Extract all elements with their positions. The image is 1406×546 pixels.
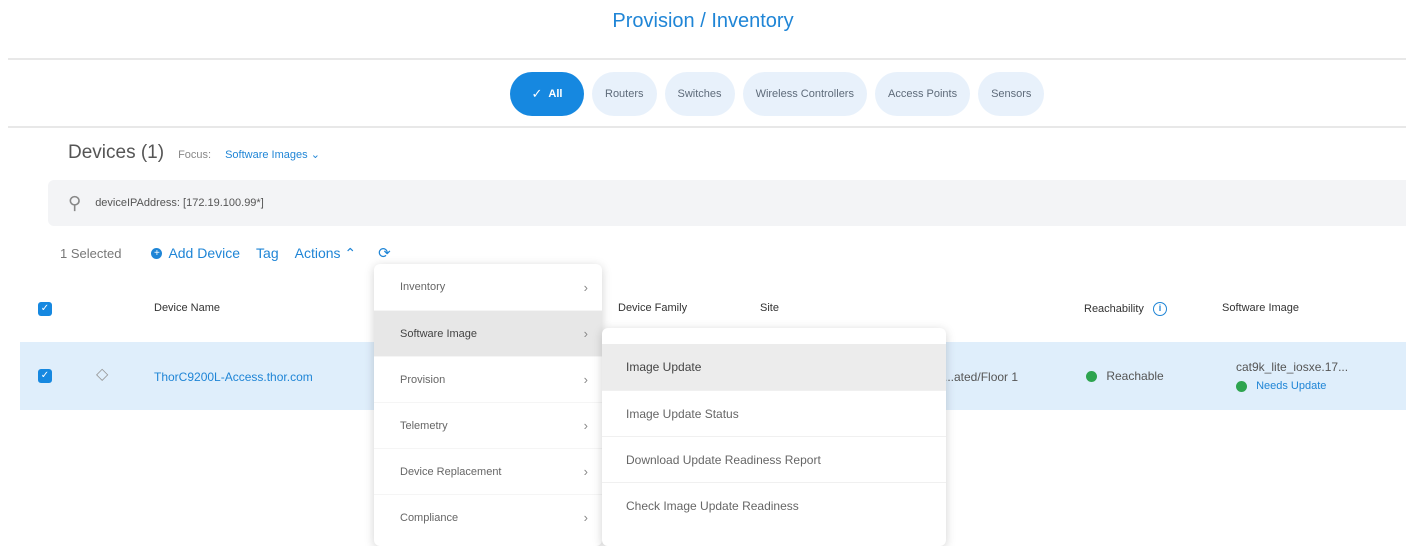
menu-item-label: Compliance: [400, 511, 459, 524]
filter-all-label: All: [548, 88, 563, 100]
filter-wireless-controllers[interactable]: Wireless Controllers: [742, 72, 867, 116]
device-type-filter-bar: ✓ All Routers Switches Wireless Controll…: [510, 72, 1045, 116]
add-device-label: Add Device: [168, 245, 241, 261]
devices-header: Devices (1) Focus: Software Images ⌄: [68, 142, 320, 164]
submenu-item-check-readiness[interactable]: Check Image Update Readiness: [602, 482, 946, 528]
menu-item-device-replacement[interactable]: Device Replacement ›: [374, 448, 602, 494]
menu-item-telemetry[interactable]: Telemetry ›: [374, 402, 602, 448]
reachability-value: Reachable: [1086, 369, 1164, 383]
column-software-image[interactable]: Software Image: [1222, 302, 1299, 314]
tag-icon[interactable]: ◇: [96, 364, 108, 384]
chevron-right-icon: ›: [583, 279, 588, 295]
tag-button[interactable]: Tag: [256, 245, 279, 261]
reachability-label: Reachable: [1106, 369, 1164, 383]
device-name-link[interactable]: ThorC9200L-Access.thor.com: [154, 370, 313, 384]
selected-count: 1 Selected: [60, 245, 122, 261]
devices-title: Devices (1): [68, 142, 165, 163]
menu-item-software-image[interactable]: Software Image ›: [374, 310, 602, 356]
filter-sensors[interactable]: Sensors: [978, 72, 1045, 116]
action-bar: 1 Selected + Add Device Tag Actions ⌃ ⟳: [60, 244, 391, 263]
site-value: ...ated/Floor 1: [944, 370, 1019, 384]
column-device-name[interactable]: Device Name: [154, 302, 220, 314]
page-title: Provision / Inventory: [612, 10, 794, 32]
chevron-down-icon: ⌄: [310, 149, 320, 161]
column-reachability-label: Reachability: [1084, 302, 1144, 315]
search-icon: ⚲: [68, 192, 82, 213]
submenu-item-image-update[interactable]: Image Update: [602, 344, 946, 390]
menu-item-label: Provision: [400, 373, 446, 386]
row-checkbox[interactable]: ✓: [38, 369, 52, 383]
image-status-label: Needs Update: [1256, 380, 1327, 392]
filter-all[interactable]: ✓ All: [510, 72, 584, 116]
add-device-button[interactable]: + Add Device: [151, 245, 240, 261]
reachable-status-icon: [1086, 371, 1097, 383]
actions-button[interactable]: Actions ⌃: [295, 245, 357, 262]
software-image-value: cat9k_lite_iosxe.17...: [1236, 360, 1349, 374]
filter-routers[interactable]: Routers: [592, 72, 657, 116]
menu-item-compliance[interactable]: Compliance ›: [374, 494, 602, 540]
menu-item-label: Software Image: [400, 327, 478, 340]
filter-switches[interactable]: Switches: [664, 72, 735, 116]
focus-dropdown[interactable]: Software Images ⌄: [225, 148, 320, 161]
menu-item-inventory[interactable]: Inventory ›: [374, 264, 602, 310]
menu-item-label: Inventory: [400, 281, 446, 293]
menu-item-label: Device Replacement: [400, 465, 502, 478]
select-all-checkbox[interactable]: ✓: [38, 302, 52, 316]
submenu-item-image-update-status[interactable]: Image Update Status: [602, 390, 946, 436]
search-input[interactable]: [95, 197, 696, 209]
plus-icon: +: [151, 247, 163, 259]
menu-item-provision[interactable]: Provision ›: [374, 356, 602, 402]
actions-label: Actions: [294, 244, 341, 261]
image-status[interactable]: Needs Update: [1236, 380, 1326, 392]
table-header: ✓ Device Name Device Family Site Reachab…: [0, 290, 1406, 330]
chevron-up-icon: ⌃: [344, 244, 357, 261]
submenu-item-download-readiness-report[interactable]: Download Update Readiness Report: [602, 436, 946, 482]
needs-update-icon: [1236, 380, 1247, 392]
divider-filters: [8, 126, 1406, 128]
menu-item-label: Telemetry: [400, 419, 448, 432]
column-reachability[interactable]: Reachability i: [1084, 302, 1167, 316]
info-icon[interactable]: i: [1152, 302, 1167, 316]
refresh-icon[interactable]: ⟳: [378, 244, 391, 262]
chevron-right-icon: ›: [583, 418, 588, 433]
chevron-right-icon: ›: [583, 464, 588, 479]
chevron-right-icon: ›: [583, 372, 588, 387]
chevron-right-icon: ›: [583, 326, 588, 341]
filter-access-points[interactable]: Access Points: [874, 72, 971, 116]
check-icon: ✓: [531, 86, 543, 101]
column-site[interactable]: Site: [760, 302, 779, 314]
software-image-submenu: Image Update Image Update Status Downloa…: [602, 328, 946, 546]
search-bar: ⚲: [48, 180, 1406, 226]
focus-value: Software Images: [225, 149, 308, 161]
focus-label: Focus:: [178, 149, 212, 161]
divider-top: [8, 58, 1406, 60]
column-device-family[interactable]: Device Family: [618, 302, 687, 314]
actions-menu: Inventory › Software Image › Provision ›…: [374, 264, 602, 546]
chevron-right-icon: ›: [583, 510, 588, 525]
